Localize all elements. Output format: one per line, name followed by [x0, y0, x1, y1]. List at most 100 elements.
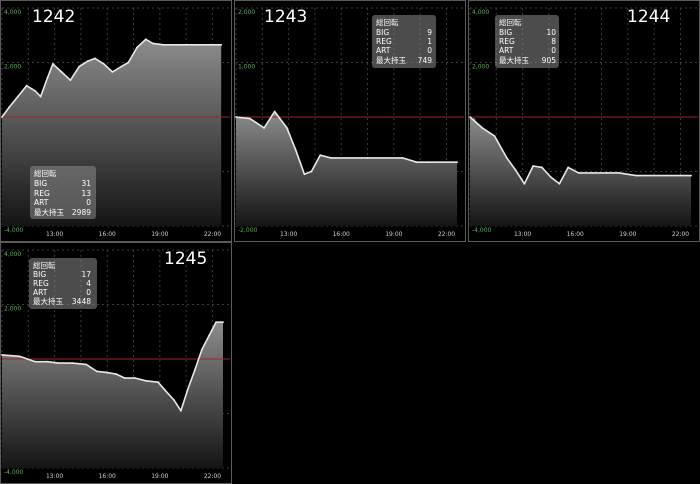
x-tick-label: 16:00 [567, 231, 584, 238]
data-point [690, 174, 692, 177]
data-point [194, 43, 196, 46]
stat-name-max-balls: 最大持玉 [499, 55, 529, 65]
stat-value-max-balls: 905 [542, 56, 557, 65]
stat-value-reg: 4 [86, 279, 91, 288]
data-point [102, 63, 105, 65]
data-point [34, 360, 37, 363]
y-tick-label: 4,000 [4, 9, 21, 16]
data-point [60, 71, 63, 73]
stat-name-reg: REG [499, 37, 515, 46]
data-point [87, 60, 89, 62]
stat-value-reg: 13 [81, 189, 91, 198]
data-point [469, 116, 471, 118]
slot-graph-grid: 4,000 2,000 0 -2,000 -4,000 13:00 16:00 19:00 2… [0, 0, 700, 484]
chart-panel-1242: 4,0002,0000-2,000-4,000 13:0016:0019:002… [0, 0, 232, 242]
x-tick-label: 19:00 [151, 231, 168, 238]
x-tick-label: 22:00 [204, 231, 221, 238]
data-point [541, 166, 543, 169]
data-point [558, 182, 561, 185]
data-point [567, 166, 570, 169]
stats-label: 総回転 [376, 17, 399, 27]
data-point [415, 161, 418, 164]
data-point [173, 399, 175, 401]
x-tick-label: 19:00 [385, 231, 402, 238]
y-tick-label: 4,000 [472, 9, 489, 16]
x-tick-label: 13:00 [514, 231, 531, 238]
stat-name-max-balls: 最大持玉 [34, 207, 64, 217]
data-point [162, 43, 165, 46]
stat-value-art: 0 [427, 46, 432, 55]
panel-title: 1244 [627, 7, 670, 27]
x-tick-label: 22:00 [204, 473, 221, 480]
panel-title: 1242 [32, 7, 75, 27]
stat-value-big: 9 [427, 28, 432, 37]
data-point [106, 371, 109, 374]
stats-label: 総回転 [499, 17, 522, 27]
stat-name-art: ART [376, 46, 391, 55]
y-tick-label: -4,000 [4, 469, 24, 476]
stats-box: 総回転 BIG 17 REG 4 ART 0 最大持玉 3448 [29, 258, 97, 309]
data-point [1, 116, 3, 118]
stat-value-reg: 1 [427, 37, 432, 46]
stat-value-big: 10 [546, 28, 556, 37]
stats-label: 総回転 [33, 260, 56, 270]
data-point [222, 321, 224, 324]
y-tick-label: 2,000 [4, 64, 21, 71]
y-tick-label: 4,000 [4, 251, 21, 258]
stat-name-max-balls: 最大持玉 [376, 55, 406, 65]
y-tick-label: 1,000 [238, 64, 255, 71]
panel-title: 1243 [264, 7, 307, 27]
stat-value-big: 31 [81, 179, 91, 188]
stats-box: 総回転 BIG 31 REG 13 ART 0 最大持玉 2989 [30, 166, 96, 219]
data-point [514, 169, 517, 172]
y-tick-label: -2,000 [238, 227, 258, 234]
data-point [194, 369, 196, 371]
data-point [549, 176, 552, 178]
data-point [115, 373, 117, 375]
y-tick-label: -4,000 [472, 227, 492, 234]
data-point [286, 127, 288, 129]
stat-value-reg: 8 [551, 37, 556, 46]
data-point [52, 63, 54, 65]
stat-name-reg: REG [33, 279, 49, 288]
x-tick-label: 16:00 [99, 231, 116, 238]
data-point [329, 157, 332, 159]
x-tick-label: 13:00 [46, 231, 63, 238]
data-point [273, 110, 276, 113]
data-point [505, 157, 508, 159]
data-point [401, 157, 404, 159]
data-point [532, 165, 534, 167]
data-point [144, 379, 147, 382]
x-tick-label: 19:00 [151, 473, 168, 480]
data-point [127, 61, 130, 64]
stat-value-big: 17 [81, 270, 91, 279]
chart-panel-1245: 4,0002,0000-2,000-4,000 13:0016:0019:002… [0, 242, 232, 484]
data-point [635, 174, 638, 177]
y-tick-label: 2,000 [4, 306, 21, 313]
stats-label: 総回転 [34, 168, 57, 178]
data-point [456, 161, 458, 164]
data-point [176, 43, 179, 46]
data-point [95, 370, 98, 373]
stat-name-reg: REG [376, 37, 392, 46]
stat-name-big: BIG [33, 270, 46, 279]
data-point [69, 79, 72, 82]
data-point [605, 172, 608, 174]
data-point [151, 42, 154, 45]
x-tick-label: 16:00 [333, 231, 350, 238]
chart-panel-1244: 4,0002,0000-2,000-4,000 13:0016:0019:002… [468, 0, 700, 242]
stat-value-art: 0 [86, 198, 91, 207]
stats-box: 総回転 BIG 10 REG 8 ART 0 最大持玉 905 [495, 15, 559, 68]
data-point [39, 95, 42, 98]
data-point [294, 148, 297, 151]
data-point [263, 127, 265, 129]
data-point [215, 321, 217, 324]
data-point [85, 363, 88, 366]
data-point [208, 334, 210, 337]
data-point [591, 172, 594, 174]
data-point [180, 409, 182, 412]
data-point [303, 173, 306, 176]
data-point [157, 381, 160, 384]
data-point [618, 172, 620, 174]
data-point [164, 389, 167, 392]
